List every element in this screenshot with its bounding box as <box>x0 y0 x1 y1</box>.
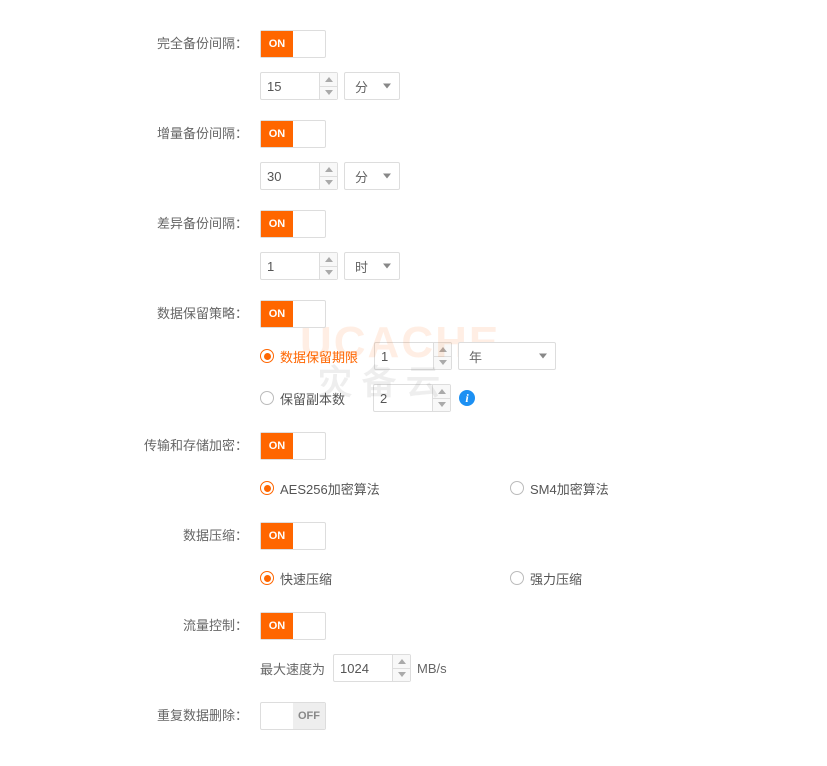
retention-opt1-spinner[interactable] <box>374 342 452 370</box>
settings-form: UCACHE 灾备云 完全备份间隔： ON 分 <box>0 0 827 766</box>
spinner-up-icon[interactable] <box>320 253 337 267</box>
dedup-toggle[interactable]: OFF <box>260 702 326 730</box>
radio-icon <box>510 481 524 495</box>
retention-opt1-unit-select[interactable]: 年 <box>458 342 556 370</box>
incr-backup-row: 增量备份间隔： ON 分 <box>0 120 827 190</box>
compression-toggle[interactable]: ON <box>260 522 326 550</box>
toggle-on-text: ON <box>261 31 293 57</box>
info-icon[interactable]: i <box>459 390 475 406</box>
compression-row: 数据压缩： ON 快速压缩 强力压缩 <box>0 522 827 592</box>
dedup-label: 重复数据删除： <box>0 702 260 730</box>
traffic-toggle[interactable]: ON <box>260 612 326 640</box>
incr-backup-label: 增量备份间隔： <box>0 120 260 148</box>
diff-backup-label: 差异备份间隔： <box>0 210 260 238</box>
traffic-max-speed-label: 最大速度为 <box>260 659 325 678</box>
full-backup-label: 完全备份间隔： <box>0 30 260 58</box>
diff-backup-value-input[interactable] <box>261 253 319 279</box>
full-backup-unit-value: 分 <box>355 77 368 96</box>
full-backup-unit-select[interactable]: 分 <box>344 72 400 100</box>
full-backup-toggle[interactable]: ON <box>260 30 326 58</box>
retention-row: 数据保留策略： ON 数据保留期限 年 <box>0 300 827 412</box>
encryption-opt1-radio[interactable]: AES256加密算法 <box>260 479 380 498</box>
incr-backup-value-spinner[interactable] <box>260 162 338 190</box>
traffic-speed-spinner[interactable] <box>333 654 411 682</box>
diff-backup-unit-select[interactable]: 时 <box>344 252 400 280</box>
spinner-up-icon[interactable] <box>433 385 450 399</box>
traffic-row: 流量控制： ON 最大速度为 MB/s <box>0 612 827 682</box>
spinner-down-icon[interactable] <box>433 399 450 412</box>
spinner-down-icon[interactable] <box>434 357 451 370</box>
radio-icon <box>260 481 274 495</box>
retention-opt1-label: 数据保留期限 <box>280 347 358 366</box>
retention-opt2-spinner[interactable] <box>373 384 451 412</box>
diff-backup-row: 差异备份间隔： ON 时 <box>0 210 827 280</box>
retention-opt1-radio[interactable]: 数据保留期限 <box>260 347 358 366</box>
spinner-up-icon[interactable] <box>393 655 410 669</box>
encryption-opt2-radio[interactable]: SM4加密算法 <box>510 479 609 498</box>
chevron-down-icon <box>383 84 391 89</box>
spinner-down-icon[interactable] <box>320 87 337 100</box>
spinner-up-icon[interactable] <box>320 163 337 177</box>
retention-opt2-label: 保留副本数 <box>280 389 345 408</box>
radio-icon <box>260 391 274 405</box>
chevron-down-icon <box>383 264 391 269</box>
traffic-speed-input[interactable] <box>334 655 392 681</box>
traffic-unit: MB/s <box>417 661 447 676</box>
full-backup-row: 完全备份间隔： ON 分 <box>0 30 827 100</box>
compression-opt1-label: 快速压缩 <box>280 569 332 588</box>
radio-icon <box>260 571 274 585</box>
incr-backup-value-input[interactable] <box>261 163 319 189</box>
encryption-row: 传输和存储加密： ON AES256加密算法 SM4加密算法 <box>0 432 827 502</box>
incr-backup-toggle[interactable]: ON <box>260 120 326 148</box>
encryption-label: 传输和存储加密： <box>0 432 260 460</box>
retention-opt2-radio[interactable]: 保留副本数 <box>260 389 345 408</box>
radio-icon <box>260 349 274 363</box>
encryption-toggle[interactable]: ON <box>260 432 326 460</box>
toggle-off-text: OFF <box>293 703 325 729</box>
spinner-up-icon[interactable] <box>434 343 451 357</box>
encryption-opt1-label: AES256加密算法 <box>280 479 380 498</box>
compression-label: 数据压缩： <box>0 522 260 550</box>
incr-backup-unit-select[interactable]: 分 <box>344 162 400 190</box>
retention-opt1-input[interactable] <box>375 343 433 369</box>
full-backup-value-input[interactable] <box>261 73 319 99</box>
traffic-label: 流量控制： <box>0 612 260 640</box>
chevron-down-icon <box>383 174 391 179</box>
retention-opt2-input[interactable] <box>374 385 432 411</box>
dedup-row: 重复数据删除： OFF <box>0 702 827 732</box>
chevron-down-icon <box>539 354 547 359</box>
diff-backup-value-spinner[interactable] <box>260 252 338 280</box>
spinner-down-icon[interactable] <box>320 177 337 190</box>
diff-backup-toggle[interactable]: ON <box>260 210 326 238</box>
compression-opt2-radio[interactable]: 强力压缩 <box>510 569 582 588</box>
compression-opt2-label: 强力压缩 <box>530 569 582 588</box>
spinner-down-icon[interactable] <box>393 669 410 682</box>
compression-opt1-radio[interactable]: 快速压缩 <box>260 569 332 588</box>
spinner-up-icon[interactable] <box>320 73 337 87</box>
retention-label: 数据保留策略： <box>0 300 260 328</box>
encryption-opt2-label: SM4加密算法 <box>530 479 609 498</box>
spinner-down-icon[interactable] <box>320 267 337 280</box>
full-backup-value-spinner[interactable] <box>260 72 338 100</box>
radio-icon <box>510 571 524 585</box>
retention-toggle[interactable]: ON <box>260 300 326 328</box>
